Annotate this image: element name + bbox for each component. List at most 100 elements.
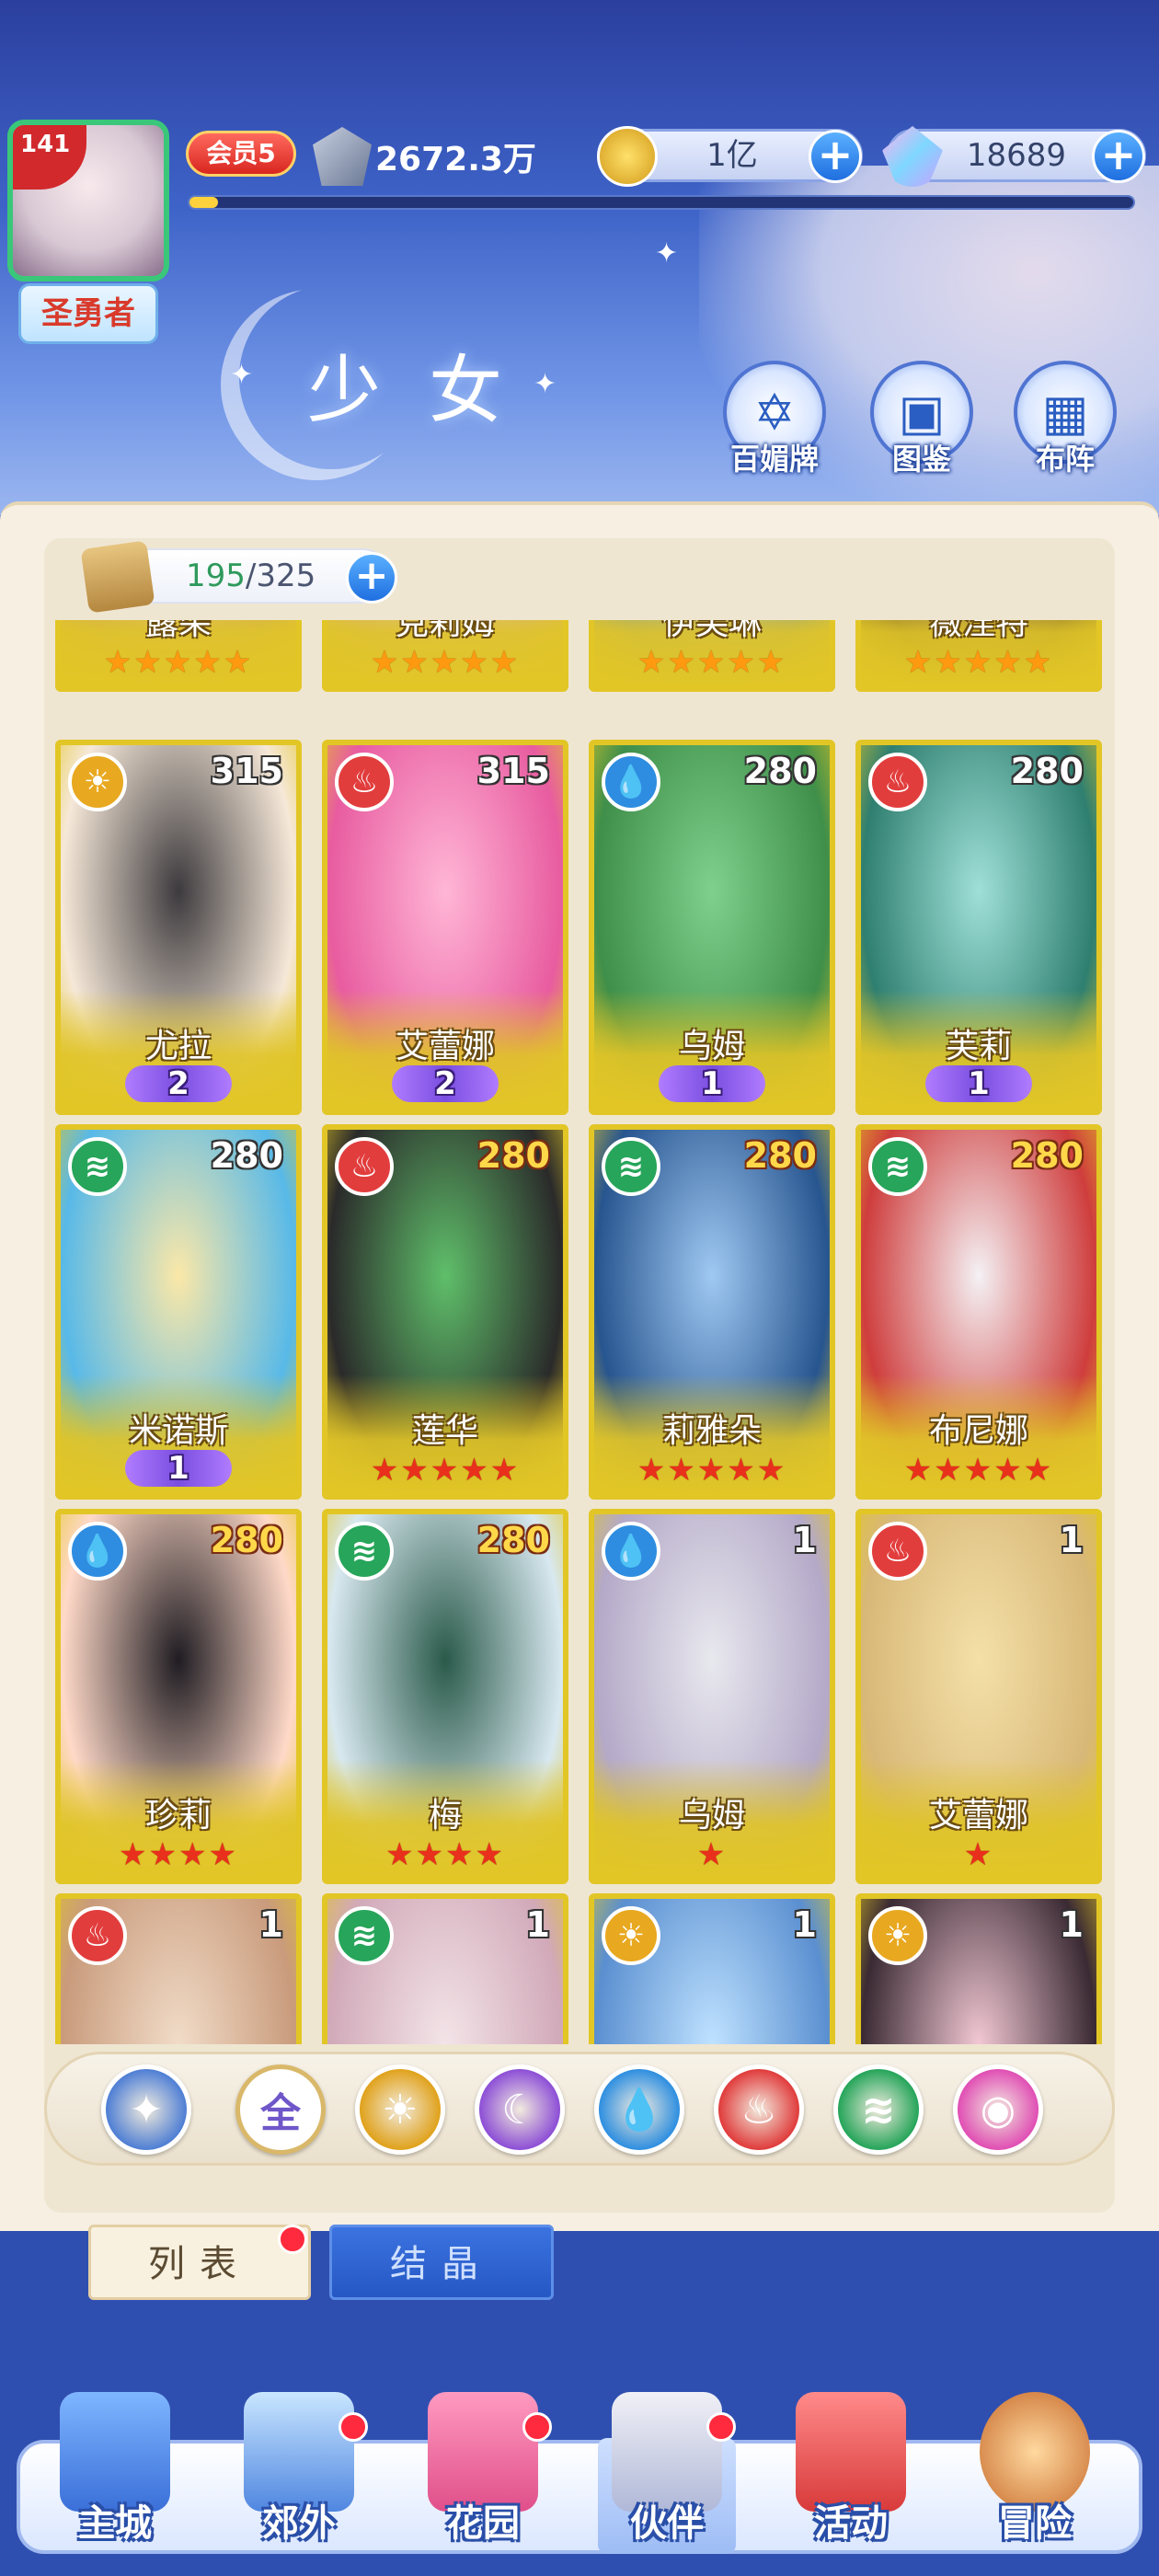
star-rating: ★★★★★ (637, 1452, 787, 1489)
gold-amount: 1亿 (706, 137, 758, 174)
player-title-badge[interactable]: 圣勇者 (18, 283, 158, 344)
tab-list-badge (278, 2225, 307, 2254)
partner-card[interactable]: 薇涅特 ★★★★★ (855, 620, 1102, 692)
formation-button[interactable]: ▦ 布阵 (1012, 361, 1119, 480)
partner-card[interactable]: 💧 280 乌姆 1 (589, 740, 835, 1115)
partner-level: 1 (792, 1520, 817, 1560)
awaken-wing-badge: 1 (125, 1450, 232, 1487)
nav-heart[interactable]: 花园 (405, 2392, 561, 2558)
partner-name: 克莉姆 (395, 620, 495, 642)
partner-card[interactable]: ≋ 280 莉雅朵 ★★★★★ (589, 1124, 835, 1500)
partner-level: 1 (258, 1904, 283, 1945)
sort-icon: ✦ (129, 2086, 164, 2133)
partner-name: 尤拉 (144, 1028, 212, 1065)
capacity-current: 195 (186, 558, 246, 594)
partner-card[interactable]: ♨ 315 艾蕾娜 2 (322, 740, 568, 1115)
partner-card[interactable]: 露朵 ★★★★★ (55, 620, 302, 692)
partner-level: 1 (525, 1904, 550, 1945)
star-rating: ★★★★★ (103, 644, 254, 681)
exp-bar-fill (189, 197, 218, 208)
player-avatar[interactable]: 141 (7, 120, 169, 282)
filter-all-button[interactable]: 全 (235, 2064, 326, 2155)
dark-moon-icon: ☾ (501, 2086, 538, 2133)
partner-name: 乌姆 (678, 1028, 745, 1065)
filter-light-button[interactable]: ☀ (355, 2064, 445, 2155)
partner-card[interactable]: ♨ 280 莲华 ★★★★★ (322, 1124, 568, 1500)
partner-card[interactable]: ≋ 1 (322, 1893, 568, 2044)
partner-name: 米诺斯 (128, 1412, 228, 1450)
nav-castle[interactable]: 主城 (37, 2392, 193, 2558)
gem-resource: 18689 + (882, 126, 1146, 187)
partner-name: 乌姆 (678, 1797, 745, 1834)
nav-label: 郊外 (262, 2502, 336, 2545)
add-gold-button[interactable]: + (809, 130, 862, 183)
formation-label: 布阵 (1035, 442, 1095, 477)
capacity-text: 195/325 (186, 558, 316, 594)
partner-card[interactable]: ♨ 1 艾蕾娜 ★ (855, 1509, 1102, 1884)
partner-card[interactable]: ☀ 1 (589, 1893, 835, 2044)
partner-name: 艾蕾娜 (928, 1797, 1028, 1834)
fire-element-icon: ♨ (335, 753, 394, 811)
card-deck-button[interactable]: ✡ 百媚牌 (721, 361, 828, 480)
water-icon: 💧 (614, 2087, 665, 2133)
light-element-icon: ☀ (602, 1906, 660, 1965)
partner-name: 布尼娜 (928, 1412, 1028, 1450)
filter-dark-moon-button[interactable]: ☾ (475, 2064, 565, 2155)
star-rating: ★ (696, 1836, 728, 1873)
partner-name: 芙莉 (945, 1028, 1012, 1065)
fire-element-icon: ♨ (868, 1522, 927, 1581)
capacity-counter: 195/325 + (80, 540, 397, 614)
awaken-wing-badge: 2 (125, 1065, 232, 1102)
light-element-icon: ☀ (68, 753, 127, 811)
awaken-wing-badge: 1 (925, 1065, 1032, 1102)
partner-card[interactable]: 💧 1 乌姆 ★ (589, 1509, 835, 1884)
partner-level: 1 (792, 1904, 817, 1945)
partner-grid[interactable]: 露朵 ★★★★★ 克莉姆 ★★★★★ 伊芙琳 ★★★★★ 薇涅特 ★★★★★ ☀ 315 尤拉 2 ♨ 3… (55, 620, 1104, 2044)
partner-card[interactable]: ☀ 315 尤拉 2 (55, 740, 302, 1115)
expand-capacity-button[interactable]: + (346, 552, 397, 604)
partner-card[interactable]: 💧 280 珍莉 ★★★★ (55, 1509, 302, 1884)
partner-card[interactable]: ♨ 1 (55, 1893, 302, 2044)
partner-level: 280 (1010, 751, 1084, 791)
nav-gift[interactable]: 活动 (773, 2392, 929, 2558)
awaken-wing-badge: 1 (659, 1065, 765, 1102)
wind-element-icon: ≋ (68, 1137, 127, 1196)
star-rating: ★★★★ (119, 1836, 238, 1873)
app-root: ✦ ✦ ✦ 141 圣勇者 会员5 2672.3万 1亿 + 18689 + 少… (0, 0, 1159, 2576)
fire-icon: ♨ (740, 2086, 777, 2133)
star-rating: ★★★★★ (903, 1452, 1054, 1489)
partner-level: 1 (1059, 1904, 1084, 1945)
gallery-button[interactable]: ▣ 图鉴 (868, 361, 975, 480)
nav-star-medal[interactable]: 郊外 (221, 2392, 377, 2558)
header-background: ✦ ✦ ✦ (0, 0, 1159, 515)
partner-card[interactable]: ☀ 1 (855, 1893, 1102, 2044)
page-title: 少女 (307, 348, 550, 433)
gold-resource: 1亿 + (597, 126, 863, 187)
filter-wind-button[interactable]: ≋ (833, 2064, 924, 2155)
wind-element-icon: ≋ (868, 1137, 927, 1196)
fire-element-icon: ♨ (868, 753, 927, 811)
filter-sort-button[interactable]: ✦ (101, 2064, 191, 2155)
tab-crystal[interactable]: 结晶 (329, 2225, 554, 2300)
light-element-icon: ☀ (868, 1906, 927, 1965)
partner-card[interactable]: 克莉姆 ★★★★★ (322, 620, 568, 692)
nav-compass[interactable]: 冒险 (957, 2392, 1113, 2558)
add-gem-button[interactable]: + (1092, 130, 1145, 183)
partner-name: 梅 (428, 1797, 462, 1834)
nav-partner[interactable]: 伙伴 (589, 2392, 745, 2558)
partner-level: 280 (1010, 1135, 1084, 1176)
sparkle-icon: ✦ (230, 359, 254, 391)
partner-card[interactable]: ≋ 280 布尼娜 ★★★★★ (855, 1124, 1102, 1500)
partner-card[interactable]: ≋ 280 米诺斯 1 (55, 1124, 302, 1500)
partner-card[interactable]: 伊芙琳 ★★★★★ (589, 620, 835, 692)
partner-card[interactable]: ≋ 280 梅 ★★★★ (322, 1509, 568, 1884)
partner-level: 280 (210, 1520, 283, 1560)
filter-fire-button[interactable]: ♨ (714, 2064, 804, 2155)
player-level: 141 (20, 131, 71, 158)
wind-element-icon: ≋ (335, 1906, 394, 1965)
partner-card[interactable]: ♨ 280 芙莉 1 (855, 740, 1102, 1115)
nav-label: 冒险 (998, 2502, 1072, 2545)
filter-arcane-button[interactable]: ◉ (953, 2064, 1043, 2155)
vip-badge[interactable]: 会员5 (186, 131, 296, 177)
filter-water-button[interactable]: 💧 (594, 2064, 684, 2155)
